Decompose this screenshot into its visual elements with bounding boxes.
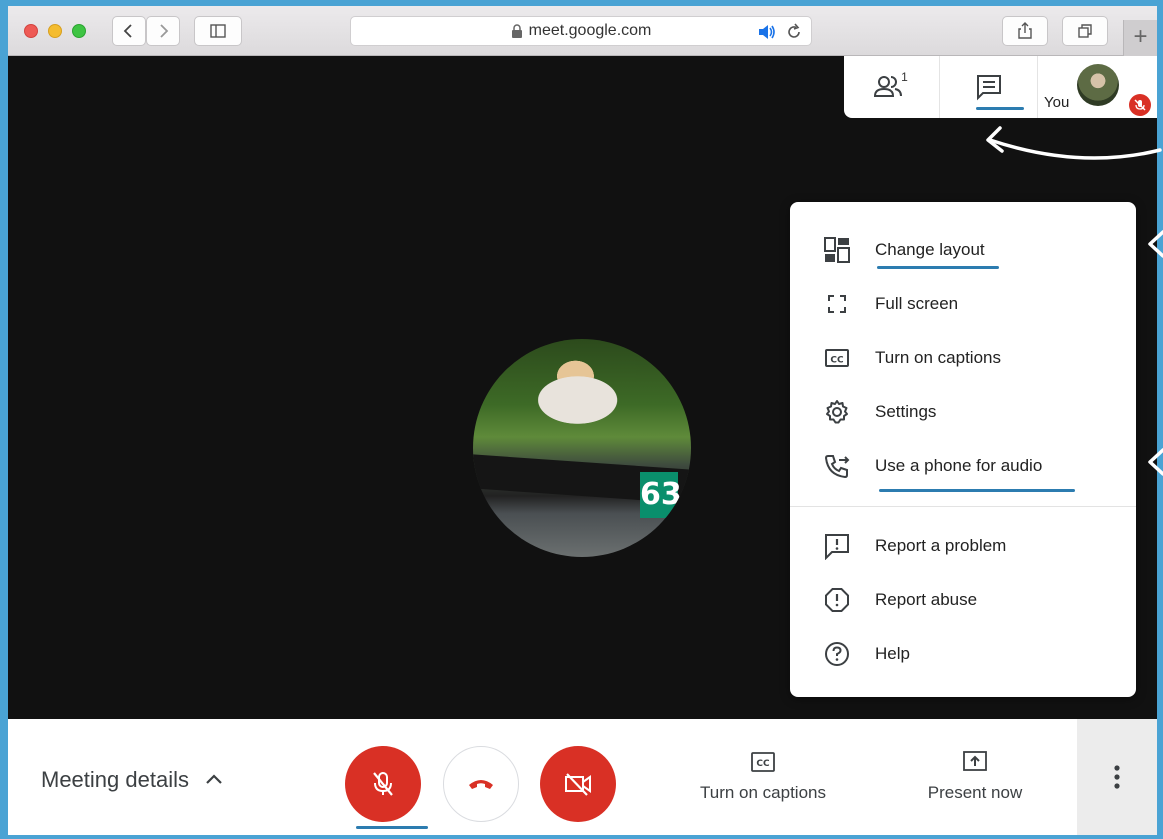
- phone-forward-icon: [823, 452, 851, 480]
- hang-up-icon: [469, 780, 493, 789]
- annotation-underline: [879, 489, 1075, 492]
- menu-item-report-abuse[interactable]: Report abuse: [790, 573, 1136, 627]
- meeting-details-label: Meeting details: [41, 767, 189, 792]
- chevron-left-icon: [123, 24, 132, 38]
- captions-icon: CC: [751, 752, 775, 772]
- race-bib: 63: [640, 472, 682, 518]
- call-controls-bar: Meeting details CC Turn on captions Pres…: [8, 719, 1157, 835]
- menu-item-label: Help: [875, 644, 910, 663]
- people-button[interactable]: 1: [844, 56, 940, 118]
- url-text: meet.google.com: [528, 22, 652, 39]
- menu-item-captions[interactable]: CC Turn on captions: [790, 331, 1136, 385]
- fullscreen-icon: [823, 290, 851, 318]
- menu-divider: [790, 506, 1136, 507]
- zoom-window-button[interactable]: [72, 24, 86, 38]
- menu-item-label: Change layout: [875, 240, 985, 259]
- forward-button[interactable]: [146, 16, 180, 46]
- captions-label: Turn on captions: [700, 783, 826, 802]
- microphone-toggle-button[interactable]: [345, 746, 421, 822]
- menu-item-label: Report abuse: [875, 590, 978, 609]
- self-tile[interactable]: You: [1038, 56, 1157, 118]
- chevron-right-icon: [160, 24, 169, 38]
- menu-item-label: Settings: [875, 402, 937, 421]
- people-icon: [874, 76, 903, 97]
- chat-icon: [976, 75, 1001, 101]
- address-bar[interactable]: meet.google.com: [350, 16, 812, 46]
- present-label: Present now: [927, 783, 1023, 802]
- svg-text:CC: CC: [756, 759, 770, 769]
- captions-icon: CC: [823, 344, 851, 372]
- meeting-info-panel: 1 You: [844, 56, 1157, 118]
- svg-text:CC: CC: [830, 356, 844, 366]
- new-tab-button[interactable]: +: [1123, 20, 1157, 56]
- menu-item-full-screen[interactable]: Full screen: [790, 277, 1136, 331]
- mic-off-icon: [1134, 99, 1146, 111]
- speaker-icon[interactable]: [757, 23, 777, 41]
- menu-item-help[interactable]: Help: [790, 627, 1136, 681]
- muted-badge: [1129, 94, 1151, 116]
- back-button[interactable]: [112, 16, 146, 46]
- menu-item-label: Turn on captions: [875, 348, 1001, 367]
- menu-item-label: Report a problem: [875, 536, 1007, 555]
- feedback-icon: [823, 532, 851, 561]
- tabs-overview-button[interactable]: [1062, 16, 1108, 46]
- browser-window: meet.google.com + 1 You 63 Change layout…: [8, 6, 1157, 835]
- menu-item-settings[interactable]: Settings: [790, 385, 1136, 439]
- sidebar-icon: [210, 24, 226, 38]
- menu-item-report-problem[interactable]: Report a problem: [790, 519, 1136, 573]
- gear-icon: [823, 398, 851, 426]
- sidebar-toggle-button[interactable]: [194, 16, 242, 46]
- menu-item-label: Use a phone for audio: [875, 456, 1043, 475]
- browser-toolbar: meet.google.com +: [8, 6, 1157, 56]
- help-icon: [823, 640, 851, 668]
- share-button[interactable]: [1002, 16, 1048, 46]
- menu-item-label: Full screen: [875, 294, 959, 313]
- reload-icon[interactable]: [785, 23, 803, 41]
- annotation-underline: [976, 107, 1024, 110]
- more-vert-icon: [1114, 765, 1120, 789]
- more-options-menu: Change layout Full screen CC Turn on cap…: [790, 202, 1136, 697]
- share-icon: [1018, 22, 1032, 39]
- camera-toggle-button[interactable]: [540, 746, 616, 822]
- participant-count: 1: [901, 70, 908, 84]
- self-label: You: [1044, 94, 1070, 111]
- captions-button[interactable]: CC Turn on captions: [688, 749, 838, 803]
- annotation-underline: [877, 266, 999, 269]
- present-now-button[interactable]: Present now: [913, 749, 1037, 803]
- chat-button[interactable]: [940, 56, 1038, 118]
- avatar: [1077, 64, 1119, 106]
- close-window-button[interactable]: [24, 24, 38, 38]
- minimize-window-button[interactable]: [48, 24, 62, 38]
- menu-item-phone-audio[interactable]: Use a phone for audio: [790, 439, 1136, 493]
- lock-icon: [511, 24, 522, 38]
- more-options-button[interactable]: [1077, 719, 1157, 835]
- participant-video: 63: [473, 339, 691, 557]
- leave-call-button[interactable]: [443, 746, 519, 822]
- annotation-underline: [356, 826, 428, 829]
- change-layout-icon: [823, 236, 851, 264]
- chevron-up-icon: [206, 774, 222, 784]
- present-screen-icon: [963, 751, 987, 771]
- mic-off-icon: [373, 772, 393, 796]
- video-off-icon: [565, 773, 591, 796]
- tabs-icon: [1078, 24, 1092, 38]
- meeting-details-button[interactable]: Meeting details: [41, 767, 225, 793]
- alert-icon: [823, 586, 851, 614]
